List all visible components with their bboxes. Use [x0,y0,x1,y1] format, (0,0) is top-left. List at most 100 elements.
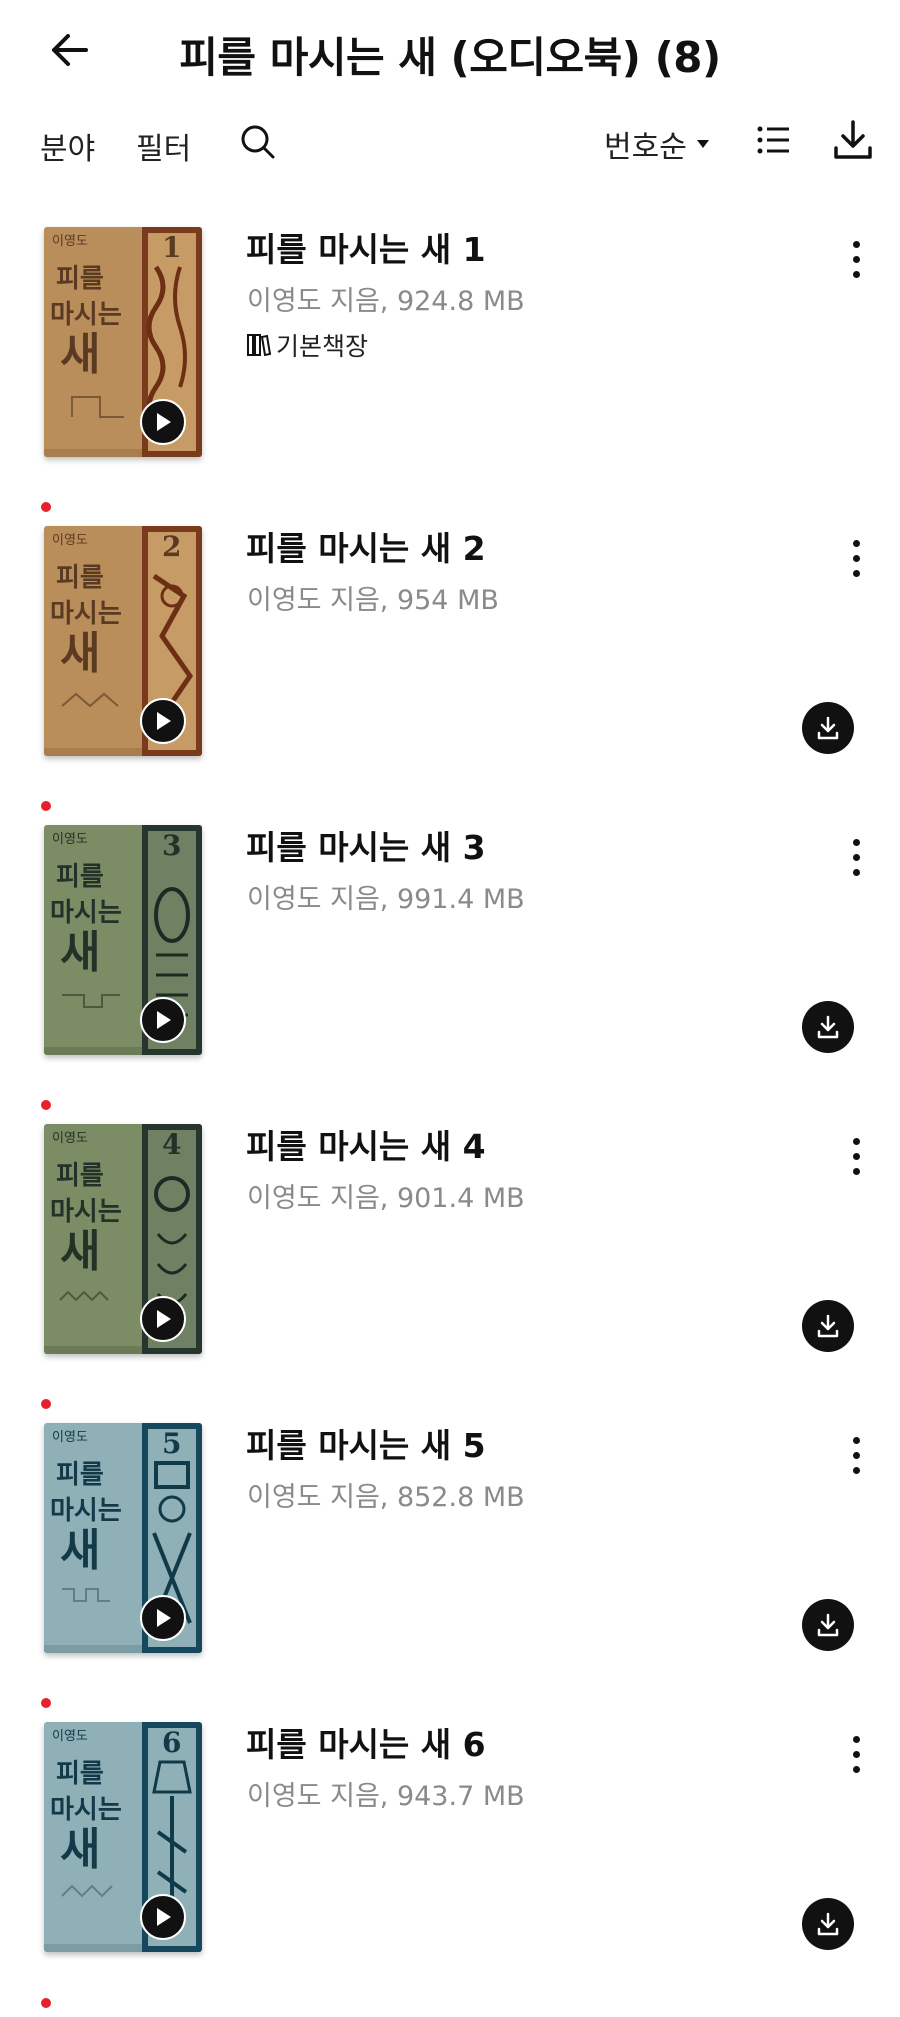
svg-text:피를: 피를 [56,1161,104,1191]
more-dot [852,1436,860,1444]
play-icon [157,1011,171,1029]
play-icon [157,1609,171,1627]
more-dot [852,1735,860,1743]
download-button[interactable] [802,1898,854,1950]
svg-text:마시는: 마시는 [50,599,122,629]
download-button[interactable] [802,1599,854,1651]
book-title[interactable]: 피를 마시는 새 4 [246,1120,486,1168]
more-dot [852,1137,860,1145]
book-cover[interactable]: 이영도 피를 마시는 새 3 [44,825,202,1055]
book-meta: 이영도 지음, 901.4 MB [247,1183,525,1214]
svg-text:마시는: 마시는 [50,898,122,928]
play-button[interactable] [140,1296,186,1342]
list-view-icon [757,126,789,154]
cover-author: 이영도 [52,832,88,847]
more-dot [852,554,860,562]
filter-button[interactable]: 필터 [136,124,191,168]
more-options-button[interactable] [838,1126,874,1186]
download-all-button[interactable] [832,118,876,164]
book-cover[interactable]: 이영도 피를 마시는 새 1 [44,227,202,457]
play-button[interactable] [140,1595,186,1641]
cover-author: 이영도 [52,1430,88,1445]
more-dot [852,1750,860,1758]
download-button[interactable] [802,1001,854,1053]
book-meta: 이영도 지음, 991.4 MB [247,884,525,915]
download-icon [817,1912,839,1936]
more-dot [852,853,860,861]
more-dot [852,1466,860,1474]
play-icon [157,1310,171,1328]
more-options-button[interactable] [838,1724,874,1784]
field-filter-button[interactable]: 분야 [40,124,95,168]
more-options-button[interactable] [838,827,874,887]
download-icon [817,1314,839,1338]
page-title: 피를 마시는 새 (오디오북) (8) [179,33,721,82]
play-button[interactable] [140,399,186,445]
new-indicator [41,502,51,512]
cover-number: 6 [162,1726,181,1759]
svg-text:피를: 피를 [56,862,104,892]
more-options-button[interactable] [838,1425,874,1485]
cover-author: 이영도 [52,533,88,548]
search-button[interactable] [238,122,282,166]
more-dot [852,838,860,846]
play-icon [157,712,171,730]
new-indicator [41,1399,51,1409]
list-item: 이영도 피를 마시는 새 6 피를 마시는 새 6 이영도 지음, 943.7 … [0,1698,900,2009]
new-indicator [41,1998,51,2008]
book-cover[interactable]: 이영도 피를 마시는 새 5 [44,1423,202,1653]
cover-number: 5 [162,1427,181,1460]
book-meta: 이영도 지음, 852.8 MB [247,1482,525,1513]
book-title[interactable]: 피를 마시는 새 6 [246,1718,486,1766]
shelf-label: 기본책장 [246,327,368,363]
cover-author: 이영도 [52,234,88,249]
caret-down-icon [696,140,709,148]
list-view-button[interactable] [756,122,796,162]
play-icon [157,1908,171,1926]
book-title[interactable]: 피를 마시는 새 5 [246,1419,486,1467]
book-meta: 이영도 지음, 954 MB [247,585,499,616]
book-cover[interactable]: 이영도 피를 마시는 새 6 [44,1722,202,1952]
download-button[interactable] [802,1300,854,1352]
more-dot [852,270,860,278]
svg-text:마시는: 마시는 [50,300,122,330]
play-button[interactable] [140,1894,186,1940]
more-dot [852,255,860,263]
svg-text:피를: 피를 [56,1759,104,1789]
book-title[interactable]: 피를 마시는 새 1 [246,223,486,271]
svg-text:마시는: 마시는 [50,1795,122,1825]
svg-text:새: 새 [60,1525,100,1576]
new-indicator [41,801,51,811]
list-item: 이영도 피를 마시는 새 4 피를 마시는 새 4 이영도 지음, 901.4 … [0,1100,900,1411]
shelf-name: 기본책장 [276,332,369,361]
more-dot [852,868,860,876]
list-item: 이영도 피를 마시는 새 3 피를 마시는 새 3 이영도 지음, 991.4 … [0,801,900,1112]
download-button[interactable] [802,702,854,754]
more-dot [852,539,860,547]
list-item: 이영도 피를 마시는 새 1 피를 마시는 새 1 이영도 지음, 924.8 … [0,215,900,514]
book-title[interactable]: 피를 마시는 새 3 [246,821,486,869]
download-icon [834,120,872,159]
cover-author: 이영도 [52,1729,88,1744]
svg-text:새: 새 [60,927,100,978]
play-icon [157,413,171,431]
play-button[interactable] [140,698,186,744]
cover-number: 3 [162,829,181,862]
cover-author: 이영도 [52,1131,88,1146]
play-button[interactable] [140,997,186,1043]
svg-text:새: 새 [60,628,100,679]
more-options-button[interactable] [838,229,874,289]
cover-number: 4 [162,1128,181,1161]
sort-dropdown[interactable]: 번호순 [604,122,711,166]
more-options-button[interactable] [838,528,874,588]
book-cover[interactable]: 이영도 피를 마시는 새 4 [44,1124,202,1354]
book-title[interactable]: 피를 마시는 새 2 [246,522,486,570]
search-icon [241,125,275,159]
book-meta: 이영도 지음, 924.8 MB [247,286,525,317]
download-icon [817,1613,839,1637]
list-item: 이영도 피를 마시는 새 5 피를 마시는 새 5 이영도 지음, 852.8 … [0,1399,900,1710]
bookshelf-icon [247,334,272,357]
book-cover[interactable]: 이영도 피를 마시는 새 2 [44,526,202,756]
new-indicator [41,1698,51,1708]
svg-text:피를: 피를 [56,264,104,294]
